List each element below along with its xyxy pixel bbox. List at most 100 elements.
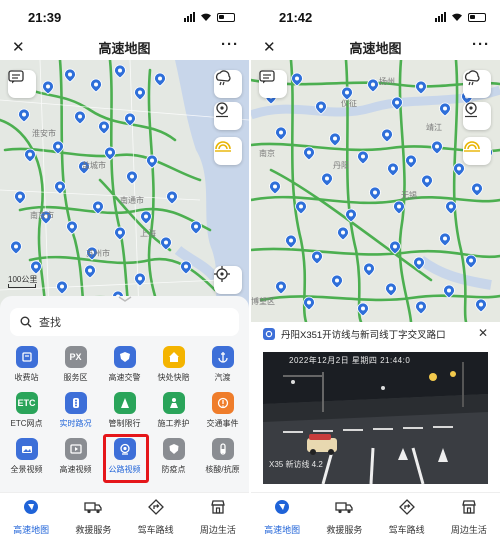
service-item-label: 服务区 — [63, 373, 88, 382]
service-item-label: 汽渡 — [214, 373, 231, 382]
locate-me-button[interactable] — [214, 266, 242, 294]
tab-item[interactable]: 救援服务 — [313, 493, 375, 538]
service-item[interactable]: 核酸/抗原 — [198, 438, 247, 477]
location-pin-button[interactable] — [463, 102, 491, 130]
signal-icon — [184, 12, 195, 22]
video-panel: 丹阳X351开访线与新司线丁字交叉路口 ✕ 2022年12月2日 星期四 21:… — [251, 322, 500, 492]
camera-icon — [113, 438, 136, 460]
map-scale: 100公里 — [8, 275, 38, 288]
tab-item[interactable]: 周边生活 — [187, 493, 249, 538]
more-icon[interactable]: ··· — [472, 36, 490, 53]
status-bar: 21:39 — [0, 0, 249, 34]
message-icon — [8, 70, 24, 84]
map-icon — [274, 499, 290, 520]
more-icon[interactable]: ··· — [221, 36, 239, 53]
search-input[interactable]: 查找 — [10, 308, 239, 336]
service-item[interactable]: PX 服务区 — [51, 346, 100, 385]
right-screen: 21:42 ✕ 高速地图 ··· 扬州 仪征 靖江 南京 丹阳 无锡 博望区 丹… — [251, 0, 500, 538]
service-item[interactable]: 快处快赔 — [149, 346, 198, 385]
weather-button[interactable] — [214, 70, 242, 98]
close-icon[interactable]: ✕ — [478, 326, 488, 340]
store-icon — [461, 499, 477, 520]
service-panel: 查找 收费站 PX 服务区 高速交警 快处快赔 汽渡 ETC ETC网点 实时路况 管制限行 施工养… — [0, 296, 249, 492]
video-header: 丹阳X351开访线与新司线丁字交叉路口 ✕ — [251, 322, 500, 346]
status-icons — [435, 12, 486, 22]
tab-label: 周边生活 — [450, 525, 487, 535]
map-pin-icon — [216, 102, 228, 118]
traffic-layer-button[interactable] — [463, 137, 491, 165]
tab-item[interactable]: 高速地图 — [0, 493, 62, 538]
tab-item[interactable]: 驾车路线 — [376, 493, 438, 538]
location-pin-button[interactable] — [214, 102, 242, 130]
service-item[interactable]: 管制限行 — [100, 392, 149, 431]
search-icon — [20, 316, 32, 328]
worker-icon — [162, 392, 185, 414]
service-item[interactable]: 全景视频 — [2, 438, 51, 477]
service-item-label: 防疫点 — [161, 465, 186, 474]
map-view[interactable]: 扬州 仪征 靖江 南京 丹阳 无锡 博望区 — [251, 60, 500, 322]
search-placeholder: 查找 — [39, 317, 61, 329]
service-item-label: 施工养护 — [157, 419, 190, 428]
weather-button[interactable] — [463, 70, 491, 98]
tab-item[interactable]: 周边生活 — [438, 493, 500, 538]
video-player[interactable]: 2022年12月2日 星期四 21:44:0 X35 新访线 4.2 — [263, 352, 488, 484]
anchor-icon — [211, 346, 234, 368]
close-icon[interactable]: ✕ — [263, 38, 276, 56]
video-title: 丹阳X351开访线与新司线丁字交叉路口 — [281, 330, 446, 341]
store-icon — [210, 499, 226, 520]
status-time: 21:39 — [28, 9, 62, 25]
title-bar: ✕ 高速地图 ··· — [251, 34, 500, 60]
house-icon — [162, 346, 185, 368]
traffic-icon — [64, 392, 87, 414]
message-button[interactable] — [259, 70, 287, 98]
tab-item[interactable]: 救援服务 — [62, 493, 124, 538]
tab-item[interactable]: 驾车路线 — [125, 493, 187, 538]
wifi-icon — [452, 13, 462, 21]
map-canvas[interactable] — [251, 60, 500, 322]
service-item[interactable]: 防疫点 — [149, 438, 198, 477]
map-label: 南京 — [259, 149, 275, 158]
service-item[interactable]: 公路视频 — [100, 434, 149, 483]
service-item[interactable]: 施工养护 — [149, 392, 198, 431]
service-item[interactable]: ETC ETC网点 — [2, 392, 51, 431]
route-icon — [147, 499, 164, 520]
map-label: 南京市 — [30, 211, 54, 220]
left-screen: 21:39 ✕ 高速地图 ··· 淮安市 盐城市 南通市 南京市 上海 苏州市 … — [0, 0, 249, 538]
shield-icon — [162, 438, 185, 460]
tab-label: 高速地图 — [13, 525, 50, 535]
truck-icon — [84, 499, 103, 520]
service-item[interactable]: 汽渡 — [198, 346, 247, 385]
status-icons — [184, 12, 235, 22]
map-label: 博望区 — [251, 297, 275, 306]
etc-icon: ETC — [15, 392, 38, 414]
bottom-tab-bar: 高速地图 救援服务 驾车路线 周边生活 — [0, 492, 249, 538]
map-label: 上海 — [140, 229, 156, 238]
service-item[interactable]: 实时路况 — [51, 392, 100, 431]
service-item-label: 交通事件 — [206, 419, 239, 428]
signal-icon — [435, 12, 446, 22]
service-item[interactable]: 高速视频 — [51, 438, 100, 477]
bottom-tab-bar: 高速地图 救援服务 驾车路线 周边生活 — [251, 492, 500, 538]
map-label: 盐城市 — [82, 161, 106, 170]
event-icon — [211, 392, 234, 414]
chevron-down-icon[interactable] — [117, 296, 133, 302]
message-button[interactable] — [8, 70, 36, 98]
map-label: 扬州 — [379, 77, 395, 86]
service-item[interactable]: 交通事件 — [198, 392, 247, 431]
service-item-label: 管制限行 — [108, 419, 141, 428]
traffic-layer-button[interactable] — [214, 137, 242, 165]
route-icon — [398, 499, 415, 520]
tab-item[interactable]: 高速地图 — [251, 493, 313, 538]
service-item[interactable]: 高速交警 — [100, 346, 149, 385]
close-icon[interactable]: ✕ — [12, 38, 25, 56]
message-icon — [259, 70, 275, 84]
service-item-label: ETC网点 — [10, 419, 43, 428]
video-timestamp: 2022年12月2日 星期四 21:44:0 — [289, 356, 411, 365]
service-grid: 收费站 PX 服务区 高速交警 快处快赔 汽渡 ETC ETC网点 实时路况 管制限行 施工养护 交通… — [2, 346, 247, 483]
map-label: 丹阳 — [333, 161, 349, 170]
map-pin-icon — [465, 102, 477, 118]
service-item[interactable]: 收费站 — [2, 346, 51, 385]
crosshair-icon — [214, 266, 230, 282]
traffic-layer-icon — [464, 141, 480, 152]
truck-icon — [335, 499, 354, 520]
